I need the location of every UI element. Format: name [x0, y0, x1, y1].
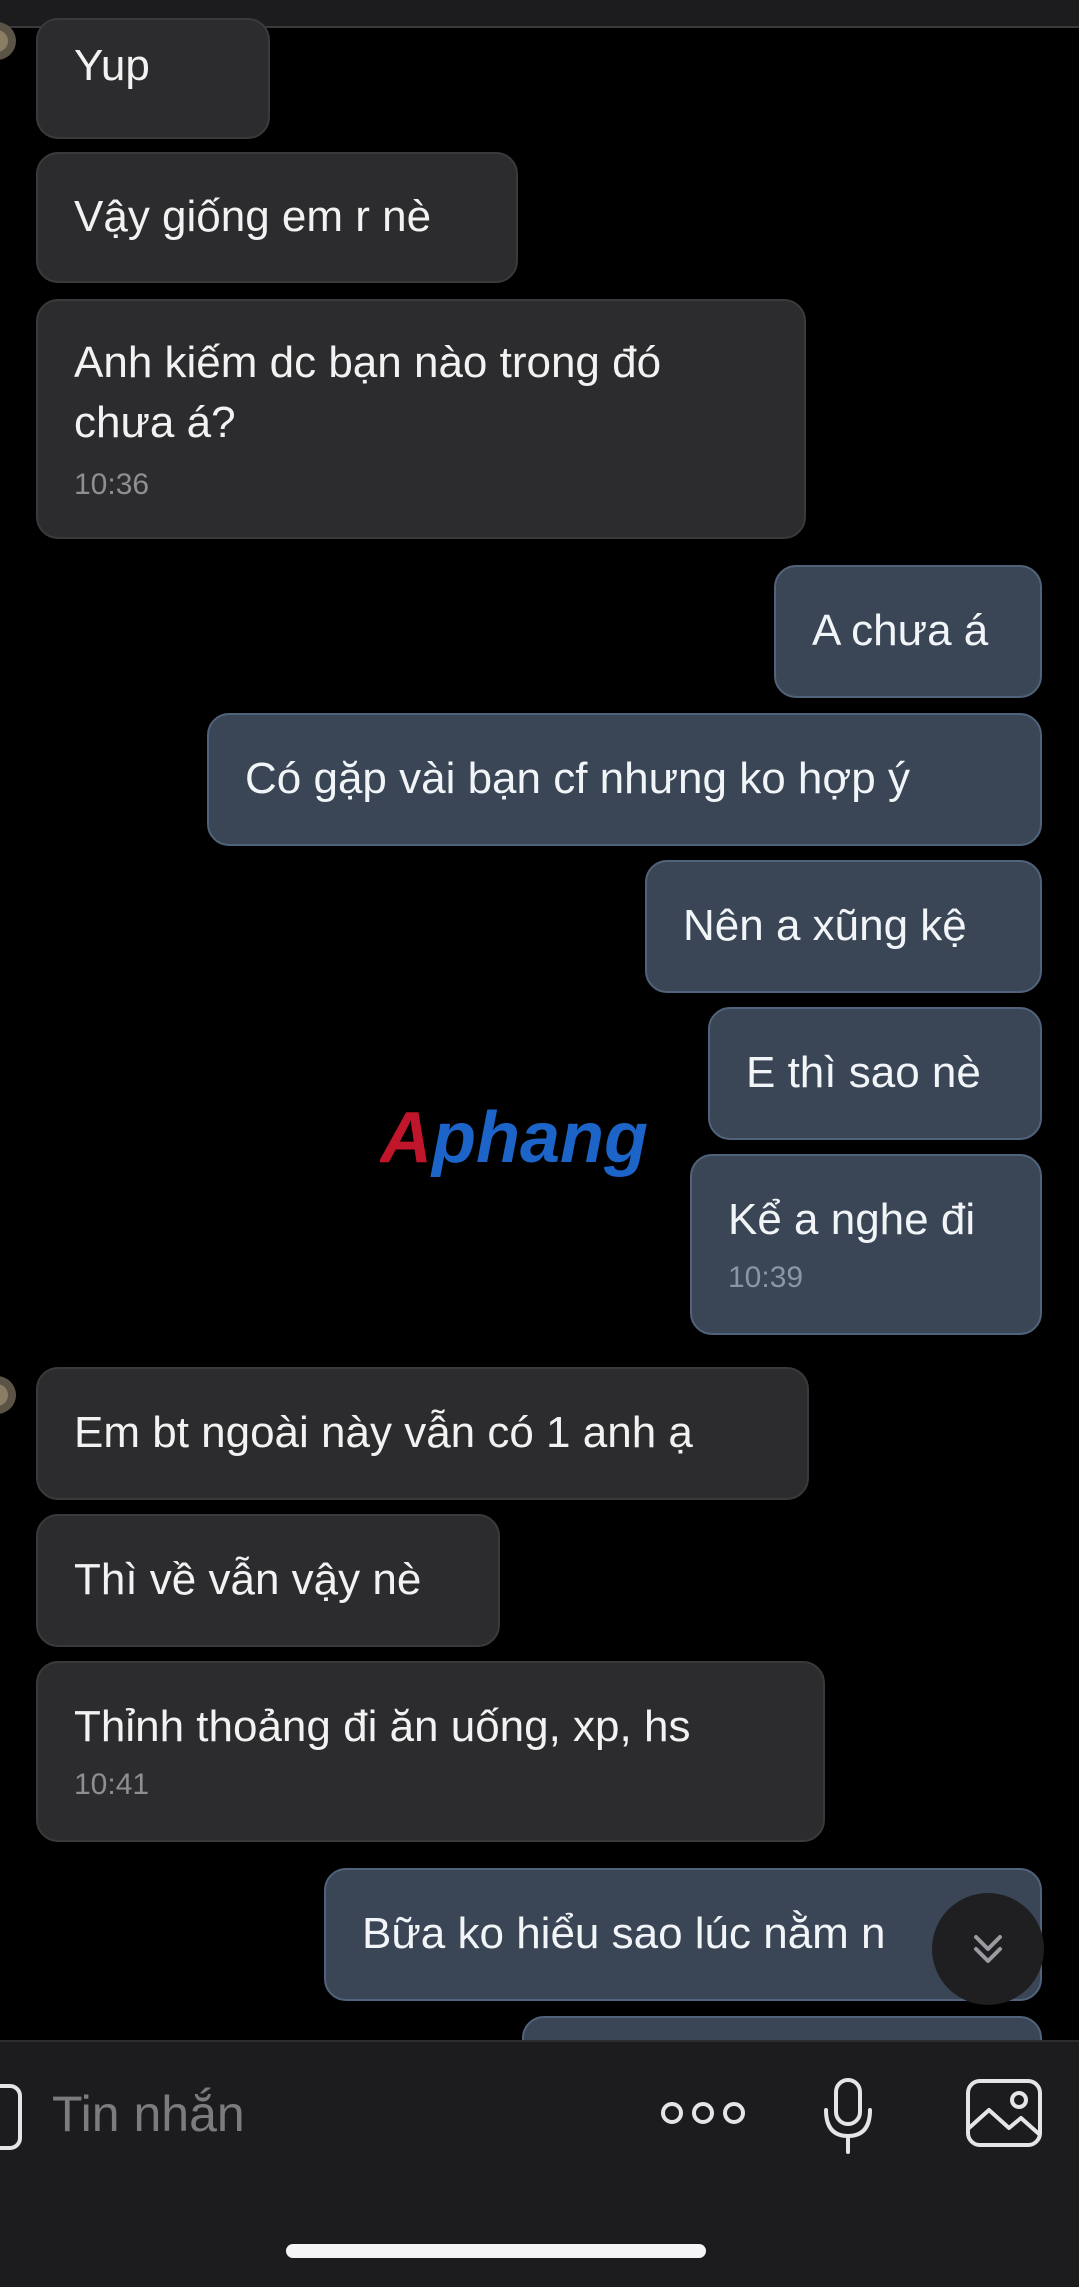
gallery-icon[interactable]: [965, 2078, 1043, 2148]
message-text: Bữa ko hiểu sao lúc nằm n: [362, 1909, 886, 1958]
scroll-to-bottom-button[interactable]: [932, 1893, 1044, 2005]
message-timestamp: 10:36: [74, 468, 150, 501]
message-text: E thì sao nè: [746, 1048, 981, 1097]
watermark-logo: Aphang: [380, 1098, 648, 1178]
message-text: Thì về vẫn vậy nè: [74, 1555, 422, 1604]
message-timestamp: 10:39: [728, 1261, 804, 1294]
message-text: Yup: [74, 41, 150, 90]
contact-avatar[interactable]: [0, 1376, 16, 1414]
sticker-icon[interactable]: [0, 2084, 22, 2150]
message-text: Có gặp vài bạn cf nhưng ko hợp ý: [245, 754, 910, 803]
home-indicator[interactable]: [286, 2244, 706, 2258]
message-bubble-incoming[interactable]: Vậy giống em r nè: [36, 152, 518, 283]
message-text: Kể a nghe đi: [728, 1195, 976, 1244]
message-bubble-incoming[interactable]: Thỉnh thoảng đi ăn uống, xp, hs 10:41: [36, 1661, 825, 1842]
message-bubble-incoming[interactable]: Thì về vẫn vậy nè: [36, 1514, 500, 1647]
message-timestamp: 10:41: [74, 1768, 150, 1801]
message-bubble-outgoing[interactable]: E thì sao nè: [708, 1007, 1042, 1140]
message-text: Nên a xũng kệ: [683, 901, 967, 950]
microphone-icon[interactable]: [818, 2076, 878, 2156]
message-bubble-outgoing[interactable]: Nên a xũng kệ: [645, 860, 1042, 993]
message-text: Anh kiếm dc bạn nào trong đó chưa á?: [74, 338, 662, 447]
message-text: Thỉnh thoảng đi ăn uống, xp, hs: [74, 1702, 691, 1751]
message-text: Vậy giống em r nè: [74, 192, 432, 241]
watermark-text: Aphang: [380, 1098, 648, 1178]
double-chevron-down-icon: [974, 1935, 1002, 1963]
message-bubble-outgoing[interactable]: Có gặp vài bạn cf nhưng ko hợp ý: [207, 713, 1042, 846]
message-input[interactable]: Tin nhắn: [52, 2076, 612, 2152]
message-bubble-incoming[interactable]: Anh kiếm dc bạn nào trong đó chưa á? 10:…: [36, 299, 806, 539]
message-bubble-outgoing[interactable]: Kể a nghe đi 10:39: [690, 1154, 1042, 1335]
more-icon[interactable]: [660, 2090, 746, 2136]
message-bubble-incoming[interactable]: Em bt ngoài này vẫn có 1 anh ạ: [36, 1367, 809, 1500]
message-text: A chưa á: [812, 606, 989, 655]
message-bubble-incoming[interactable]: Yup: [36, 18, 270, 139]
message-text: Em bt ngoài này vẫn có 1 anh ạ: [74, 1408, 693, 1457]
message-bubble-outgoing[interactable]: A chưa á: [774, 565, 1042, 698]
